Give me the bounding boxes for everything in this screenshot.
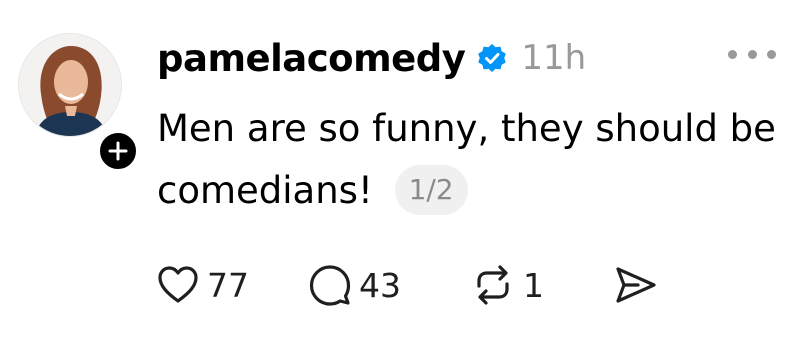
comment-button[interactable]: 43 [309,264,401,306]
plus-icon [108,141,128,161]
like-button[interactable]: 77 [157,265,249,305]
more-dots-icon [767,49,776,59]
action-bar: 77 43 1 [157,260,658,310]
post-body: Men are so funny, they should be comedia… [157,98,777,222]
verified-badge-icon [477,43,507,73]
thread-post: pamelacomedy 11h Men are so funny, they … [0,0,800,349]
username-link[interactable]: pamelacomedy [157,37,466,80]
like-count: 77 [207,265,249,305]
comment-count: 43 [359,265,401,305]
follow-button[interactable] [96,129,140,173]
post-header: pamelacomedy 11h [157,30,586,86]
send-icon [614,265,658,305]
heart-icon [157,265,199,305]
more-dots-icon [747,49,757,59]
avatar-image [19,34,121,136]
repost-icon [471,264,515,306]
repost-button[interactable]: 1 [471,264,544,306]
repost-count: 1 [523,265,544,305]
thread-page-indicator[interactable]: 1/2 [394,164,468,215]
avatar-container [18,33,140,173]
avatar[interactable] [18,33,122,137]
share-button[interactable] [614,265,658,305]
comment-bubble-icon [309,264,351,306]
post-timestamp: 11h [521,38,587,78]
more-dots-icon [728,49,737,59]
more-options-button[interactable] [728,44,776,64]
